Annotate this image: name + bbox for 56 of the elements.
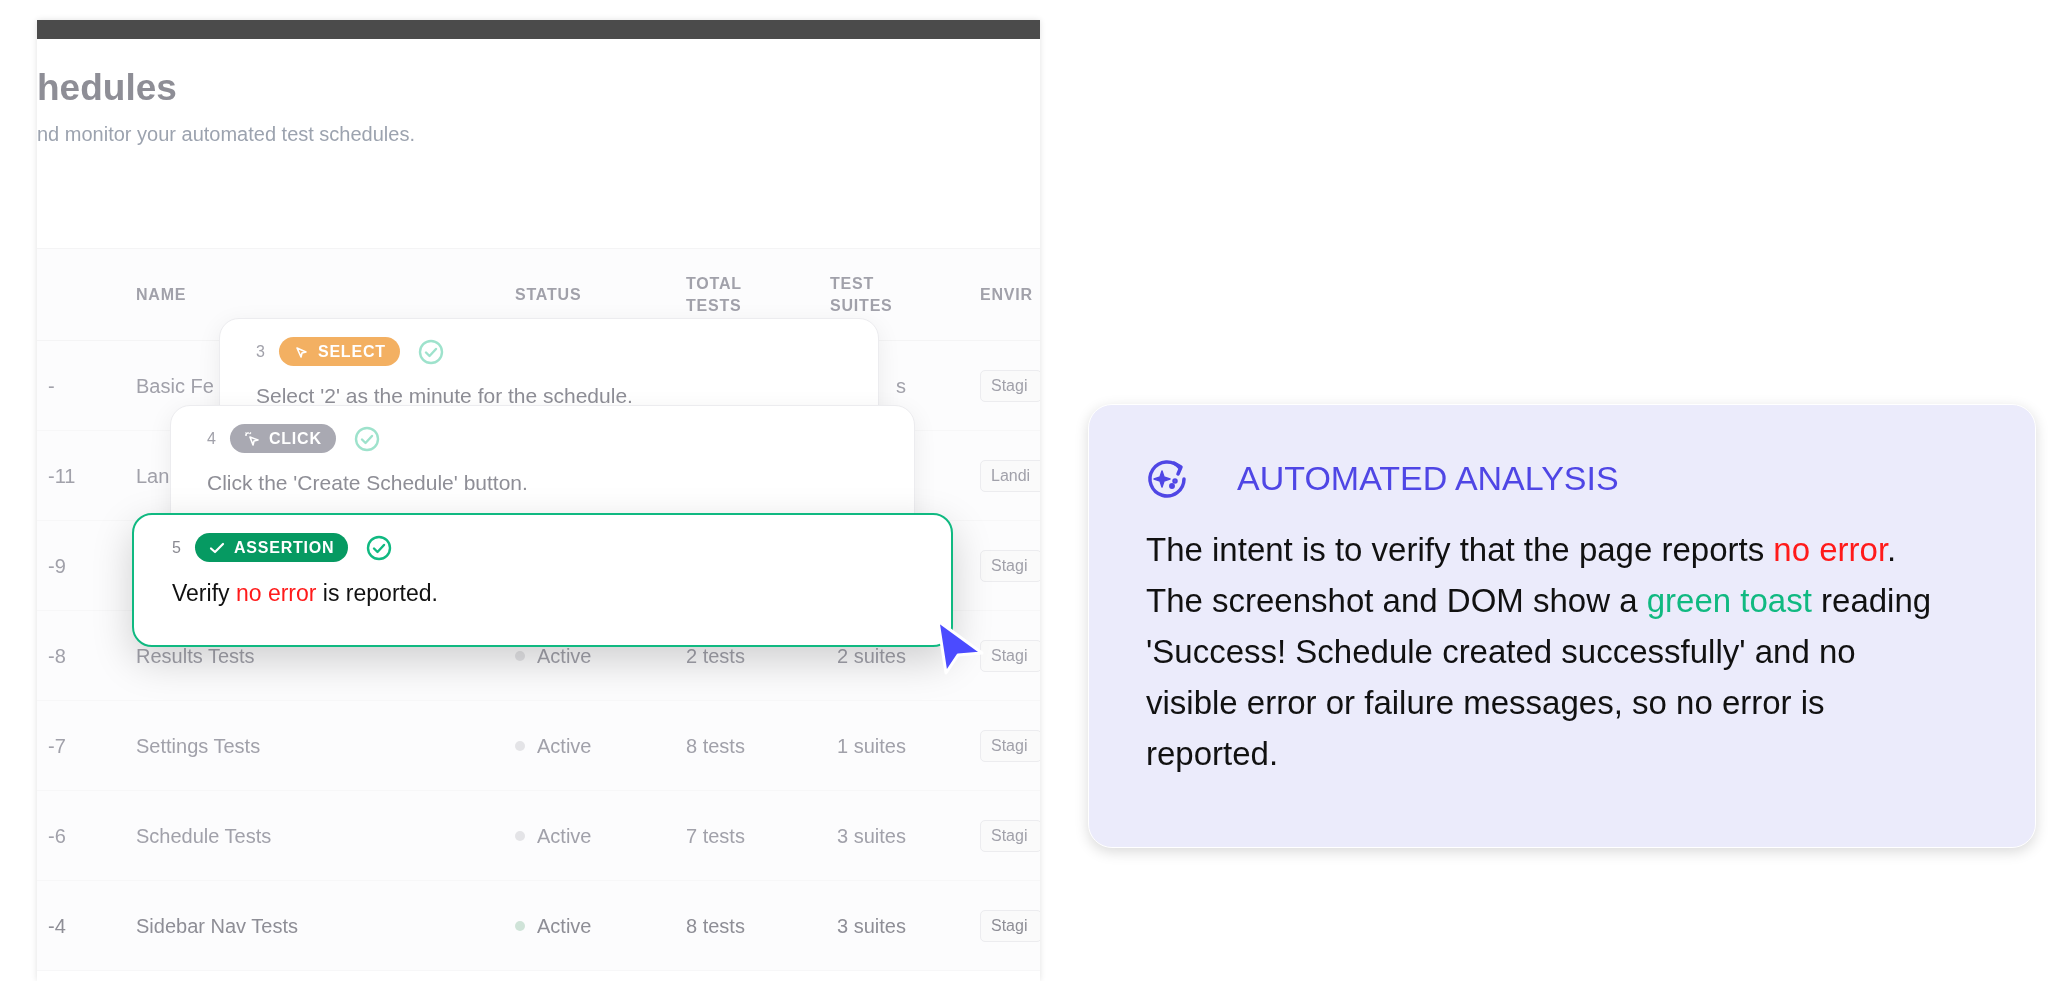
row-id: -7 bbox=[48, 734, 66, 757]
test-name: Lan bbox=[136, 464, 170, 487]
step-number: 3 bbox=[256, 341, 265, 362]
test-count: 2 tests bbox=[686, 644, 745, 667]
suite-count: 3 suites bbox=[837, 914, 906, 937]
suite-count: 1 suites bbox=[837, 734, 906, 757]
row-id: -11 bbox=[48, 464, 76, 487]
step-type-badge: ASSERTION bbox=[194, 533, 349, 562]
step-description: Click the 'Create Schedule' button. bbox=[207, 470, 529, 496]
test-name: Schedule Tests bbox=[136, 824, 272, 847]
column-header: TEST SUITES bbox=[830, 273, 894, 316]
status-text: Active bbox=[537, 823, 592, 849]
test-count: 8 tests bbox=[686, 914, 745, 937]
suite-count: s bbox=[896, 374, 906, 397]
check-circle-icon bbox=[366, 534, 393, 561]
analysis-text: The intent is to verify that the page reports no error. The screenshot and DOM show a green toast reading 'Success! Schedule created successfully' and no visible error or failure messages, so no error is reported. bbox=[1146, 530, 1933, 774]
status-text: Active bbox=[537, 643, 592, 669]
test-name: Basic Fe bbox=[136, 374, 214, 397]
status-text: Active bbox=[537, 733, 592, 759]
suite-count: 2 suites bbox=[837, 644, 906, 667]
environment-tag: Stagi bbox=[980, 549, 1040, 582]
status-text: Active bbox=[537, 913, 592, 939]
step-number: 5 bbox=[172, 537, 181, 558]
row-id: -6 bbox=[48, 824, 66, 847]
environment-tag: Stagi bbox=[980, 909, 1040, 942]
step-type-badge: CLICK bbox=[229, 424, 336, 453]
sparkle-refresh-icon bbox=[1146, 457, 1188, 500]
page-subtitle: nd monitor your automated test schedules. bbox=[37, 122, 416, 148]
step-description: Select '2' as the minute for the schedule. bbox=[256, 383, 634, 409]
row-id: -9 bbox=[48, 554, 66, 577]
environment-tag: Stagi bbox=[980, 369, 1040, 402]
test-name: Results Tests bbox=[136, 644, 255, 667]
column-header: ENVIR bbox=[980, 284, 1034, 305]
column-header: NAME bbox=[136, 284, 188, 305]
check-circle-icon bbox=[417, 338, 444, 365]
test-name: Sidebar Nav Tests bbox=[136, 914, 298, 937]
environment-tag: Stagi bbox=[980, 639, 1040, 672]
step-description: Verify no error is reported. bbox=[172, 579, 439, 608]
row-id: - bbox=[48, 374, 55, 397]
suite-count: 3 suites bbox=[837, 824, 906, 847]
test-name: Settings Tests bbox=[136, 734, 261, 757]
step-type-badge: SELECT bbox=[278, 337, 400, 366]
column-header: TOTAL TESTS bbox=[686, 273, 743, 316]
test-count: 8 tests bbox=[686, 734, 745, 757]
click-icon bbox=[243, 430, 260, 447]
step-number: 4 bbox=[207, 428, 216, 449]
row-id: -8 bbox=[48, 644, 66, 667]
environment-tag: Stagi bbox=[980, 819, 1040, 852]
column-header: STATUS bbox=[515, 284, 583, 305]
row-id: -4 bbox=[48, 914, 66, 937]
check-circle-icon bbox=[353, 425, 380, 452]
environment-tag: Stagi bbox=[980, 729, 1040, 762]
analysis-title: AUTOMATED ANALYSIS bbox=[1237, 458, 1619, 499]
test-count: 7 tests bbox=[686, 824, 745, 847]
page-title: hedules bbox=[37, 66, 178, 110]
environment-tag: Landi bbox=[980, 459, 1040, 492]
